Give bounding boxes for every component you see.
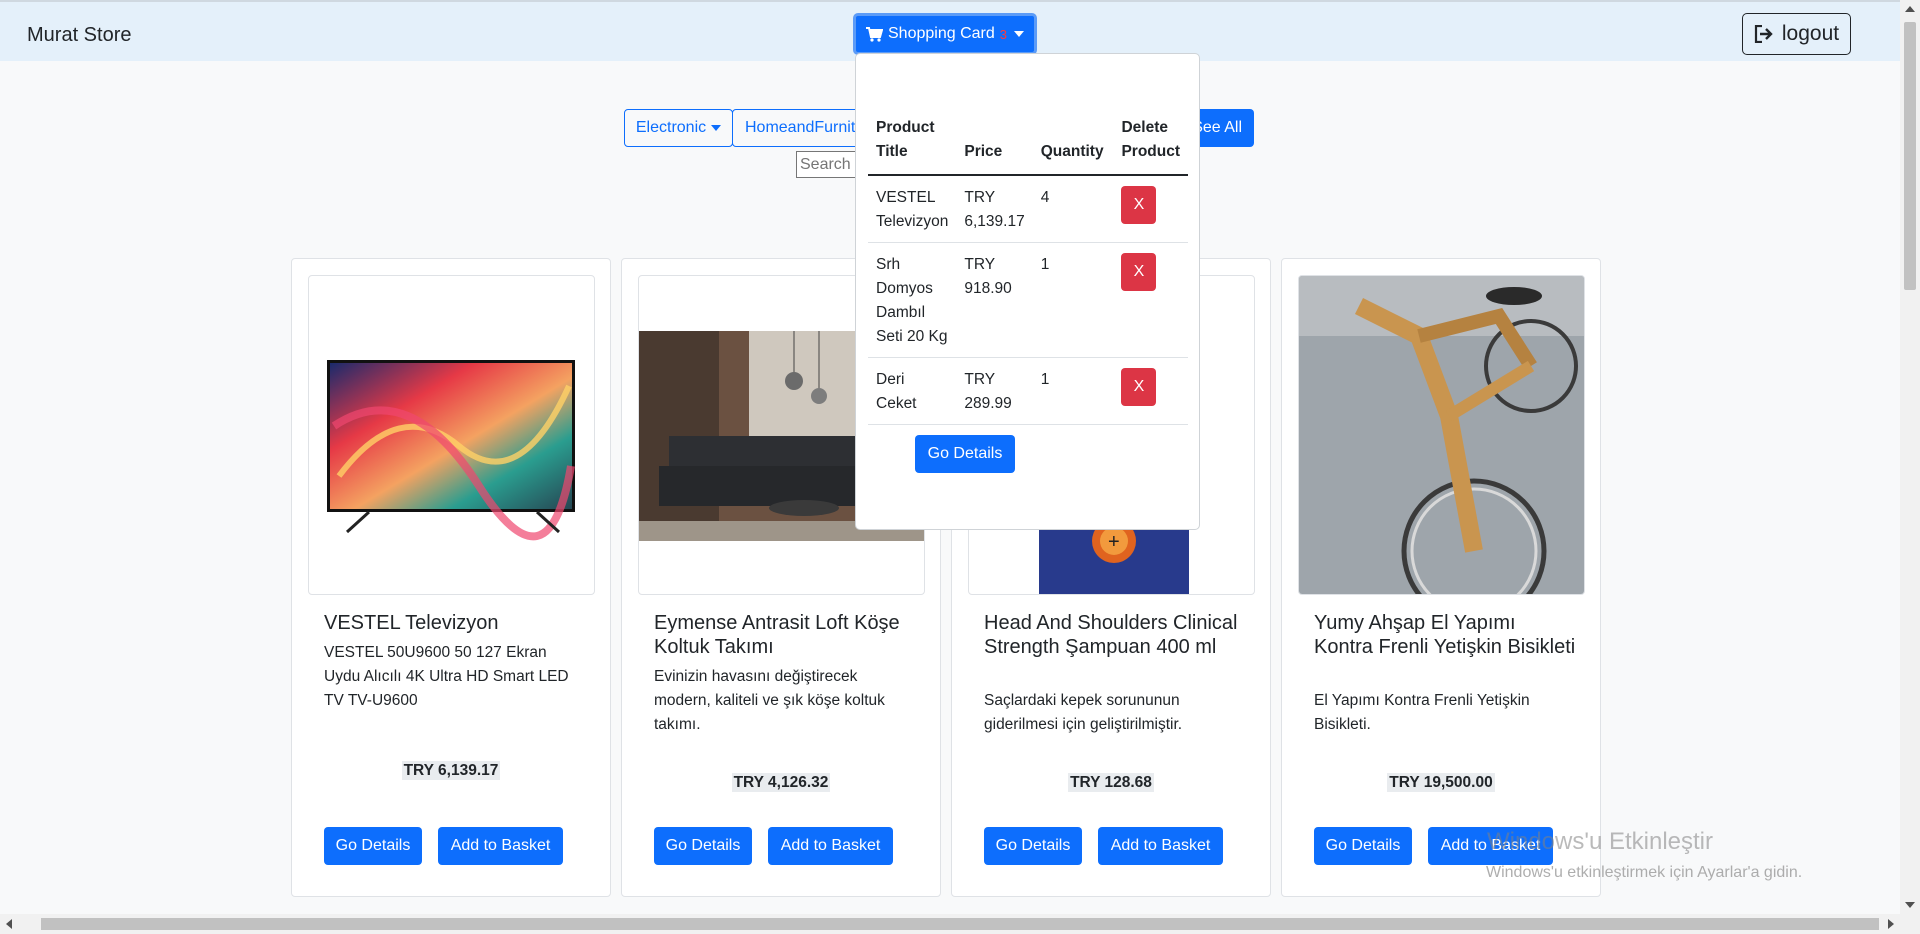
cart-item-price: TRY 918.90 [956,242,1033,358]
product-card: Yumy Ahşap El Yapımı Kontra Frenli Yetiş… [1281,258,1601,897]
sign-out-icon [1754,25,1773,43]
horizontal-scrollbar[interactable] [0,914,1900,934]
go-details-button[interactable]: Go Details [654,827,752,865]
logout-label: logout [1781,22,1840,45]
cart-label: Shopping Card [888,25,995,42]
delete-item-button[interactable]: X [1121,253,1157,291]
horizontal-scroll-thumb[interactable] [41,918,1879,930]
wooden-bicycle-image [1299,276,1584,594]
windows-activation-title: Windows'u Etkinleştir [1487,828,1713,855]
scroll-down-icon[interactable] [1905,902,1915,908]
cart-item-price: TRY 289.99 [956,357,1033,425]
product-title: Yumy Ahşap El Yapımı Kontra Frenli Yetiş… [1314,612,1576,658]
home-furniture-label: HomeandFurnit [745,119,856,136]
shopping-cart-button[interactable]: Shopping Card 3 [853,13,1037,55]
caret-down-icon [1013,31,1024,37]
cart-item-delete-cell: X [1113,357,1188,425]
cart-go-details-button[interactable]: Go Details [915,435,1015,473]
product-description: Evinizin havasını değiştirecek modern, k… [654,668,885,733]
column-header-title: Product Title [868,114,957,176]
vertical-scrollbar[interactable] [1900,0,1920,934]
cart-count-badge: 3 [999,26,1007,42]
cart-item-quantity: 1 [1032,242,1114,358]
product-title: VESTEL Televizyon [324,612,499,634]
navbar: Murat Store Shopping Card 3 logout [0,0,1900,61]
brand-name[interactable]: Murat Store [27,24,131,47]
windows-activation-subtitle: Windows'u etkinleştirmek için Ayarlar'a … [1486,864,1803,881]
column-header-delete: Delete Product [1113,114,1188,176]
column-header-price: Price [956,114,1033,176]
add-to-basket-button[interactable]: Add to Basket [768,827,893,865]
go-details-button[interactable]: Go Details [984,827,1082,865]
cart-item-quantity: 4 [1032,175,1114,243]
cart-row: Deri Ceket TRY 289.99 1 X [868,357,1188,425]
cart-row: Srh Domyos Dambıl Seti 20 Kg TRY 918.90 … [868,242,1188,358]
electronic-dropdown-button[interactable]: Electronic [624,109,733,147]
cart-item-title: VESTEL Televizyon [868,175,957,243]
scroll-up-icon[interactable] [1905,6,1915,12]
product-description: El Yapımı Kontra Frenli Yetişkin Bisikle… [1314,692,1530,733]
cart-table-header-row: Product Title Price Quantity Delete Prod… [868,114,1188,176]
scroll-left-icon[interactable] [6,919,12,929]
electronic-label: Electronic [635,119,707,136]
logout-button[interactable]: logout [1742,13,1851,55]
product-title: Eymense Antrasit Loft Köşe Koltuk Takımı [654,612,900,658]
scroll-right-icon[interactable] [1888,919,1894,929]
delete-item-button[interactable]: X [1121,368,1157,406]
go-details-button[interactable]: Go Details [1314,827,1412,865]
product-description: VESTEL 50U9600 50 127 Ekran Uydu Alıcılı… [324,644,569,709]
cart-item-delete-cell: X [1113,242,1188,358]
television-image [327,360,575,541]
product-card: VESTEL Televizyon VESTEL 50U9600 50 127 … [291,258,611,897]
cart-item-delete-cell: X [1113,175,1188,243]
cart-item-title: Deri Ceket [868,357,957,425]
product-price: TRY 128.68 [1068,773,1154,792]
delete-item-button[interactable]: X [1121,186,1157,224]
home-furniture-dropdown-button[interactable]: HomeandFurnit [732,109,862,147]
cart-row: VESTEL Televizyon TRY 6,139.17 4 X [868,175,1188,243]
column-header-quantity: Quantity [1032,114,1114,176]
shopping-cart-dropdown: Product Title Price Quantity Delete Prod… [855,53,1200,530]
add-to-basket-button[interactable]: Add to Basket [438,827,563,865]
add-to-basket-button[interactable]: Add to Basket [1098,827,1223,865]
cart-item-price: TRY 6,139.17 [956,175,1033,243]
cart-table: Product Title Price Quantity Delete Prod… [868,114,1188,425]
shopping-cart-icon [866,26,883,42]
product-image[interactable] [1298,275,1585,595]
product-description: Saçlardaki kepek sorununun giderilmesi i… [984,692,1183,733]
product-price: TRY 19,500.00 [1387,773,1495,792]
caret-down-icon [711,125,722,131]
svg-text:+: + [1108,531,1120,553]
product-price: TRY 4,126.32 [731,773,831,792]
search-input[interactable] [796,151,856,178]
vertical-scroll-thumb[interactable] [1904,22,1916,290]
product-title: Head And Shoulders Clinical Strength Şam… [984,612,1238,658]
product-price: TRY 6,139.17 [401,761,501,780]
cart-item-quantity: 1 [1032,357,1114,425]
product-image[interactable] [308,275,595,595]
go-details-button[interactable]: Go Details [324,827,422,865]
cart-item-title: Srh Domyos Dambıl Seti 20 Kg [868,242,957,358]
